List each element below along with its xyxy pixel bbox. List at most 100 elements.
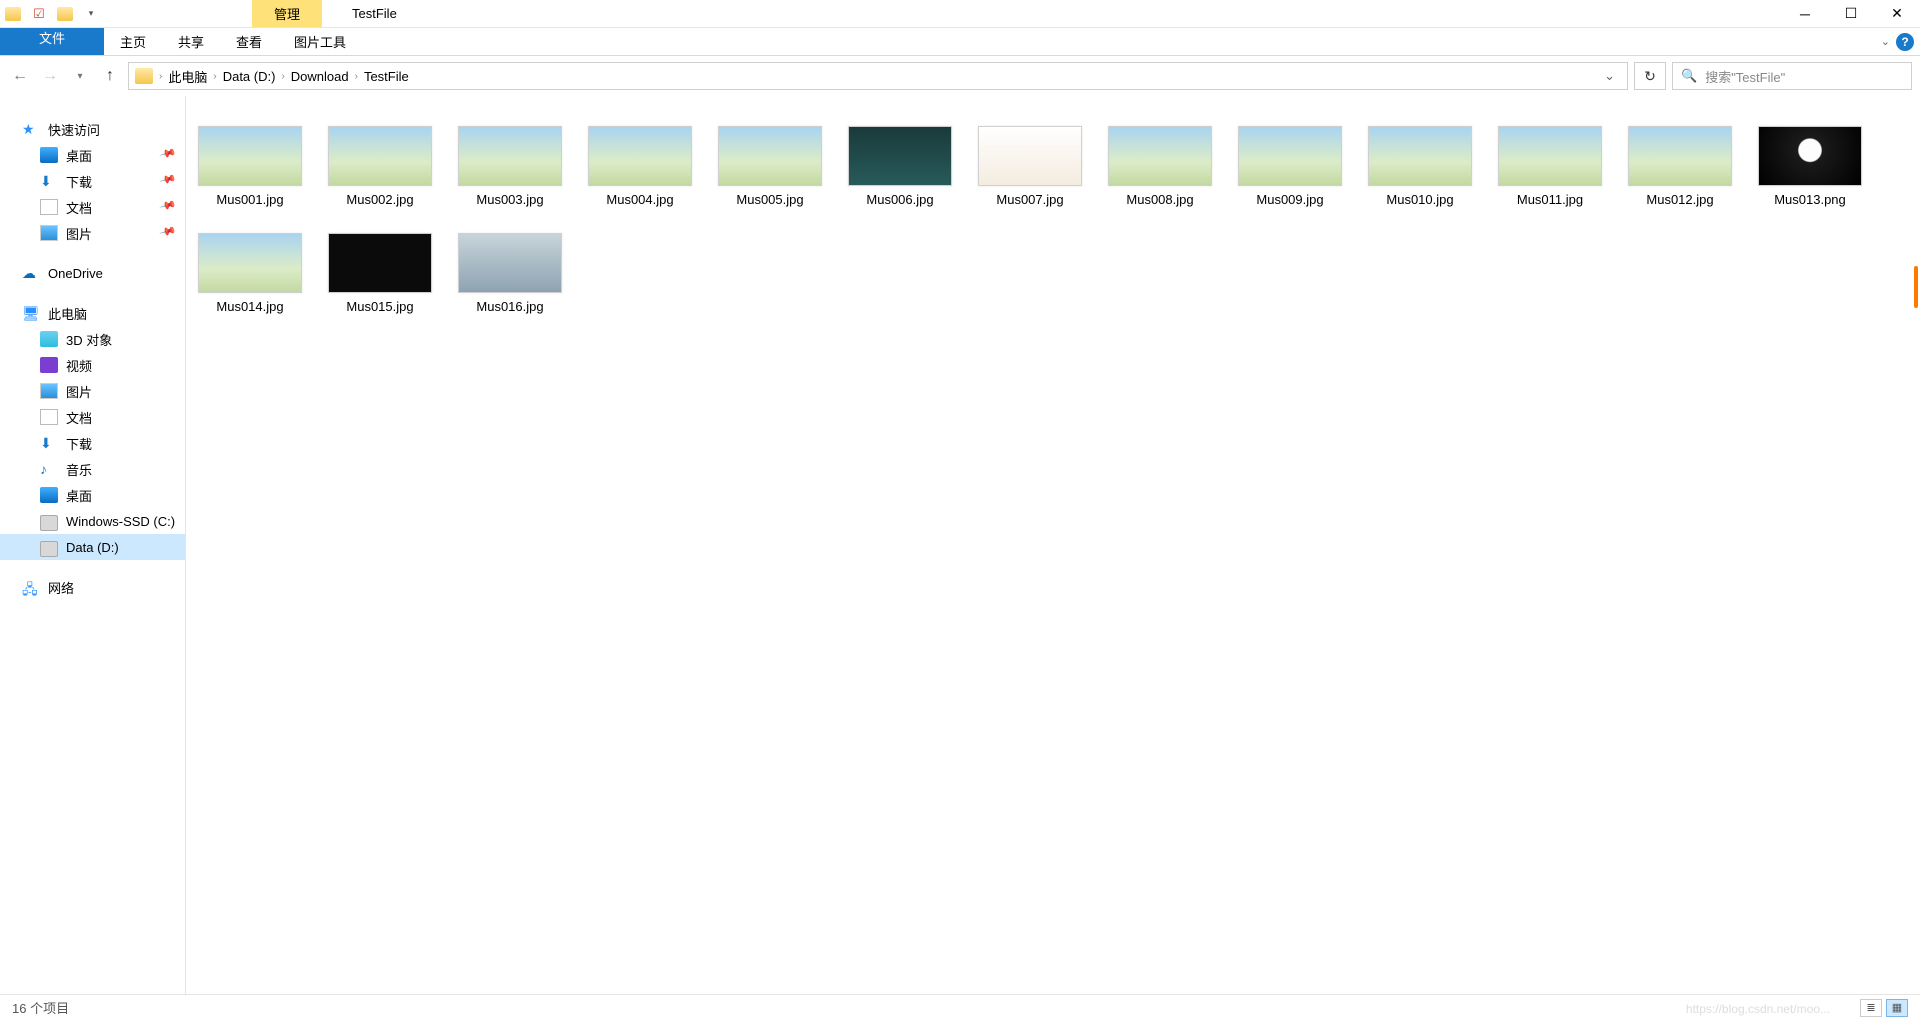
maximize-button[interactable]: ☐ <box>1828 0 1874 27</box>
help-icon[interactable]: ? <box>1896 33 1914 51</box>
sidebar-item-label: Windows-SSD (C:) <box>66 514 175 529</box>
search-box[interactable]: 🔍 搜索"TestFile" <box>1672 62 1912 90</box>
ribbon-tab-home[interactable]: 主页 <box>104 28 162 55</box>
file-name: Mus013.png <box>1774 192 1846 207</box>
close-button[interactable]: ✕ <box>1874 0 1920 27</box>
back-button[interactable]: ← <box>8 64 32 88</box>
file-name: Mus006.jpg <box>866 192 933 207</box>
file-thumbnail <box>1758 126 1862 186</box>
ribbon-context-tab[interactable]: 管理 <box>252 0 322 27</box>
file-item[interactable]: Mus005.jpg <box>718 126 822 207</box>
minimize-button[interactable]: ─ <box>1782 0 1828 27</box>
pc-icon: 🖥 <box>22 305 40 321</box>
file-thumbnail <box>458 233 562 293</box>
file-item[interactable]: Mus016.jpg <box>458 233 562 314</box>
sidebar-item[interactable]: 3D 对象 <box>0 326 185 352</box>
file-view[interactable]: Mus001.jpg Mus002.jpg Mus003.jpg Mus004.jpg… <box>186 96 1920 994</box>
sidebar-label: 此电脑 <box>48 304 87 323</box>
pin-icon: 📌 <box>159 196 177 214</box>
properties-qat-icon[interactable]: ☑ <box>26 0 52 27</box>
file-item[interactable]: Mus010.jpg <box>1368 126 1472 207</box>
sidebar-item[interactable]: 文档 <box>0 404 185 430</box>
file-name: Mus010.jpg <box>1386 192 1453 207</box>
status-bar: 16 个项目 ≣ ▦ <box>0 994 1920 1020</box>
sidebar-item[interactable]: 桌面📌 <box>0 142 185 168</box>
file-item[interactable]: Mus001.jpg <box>198 126 302 207</box>
dl-icon: ⬇ <box>40 173 58 189</box>
sidebar-item[interactable]: ⬇ 下载 <box>0 430 185 456</box>
breadcrumb-folder-icon <box>135 68 153 84</box>
sidebar-item[interactable]: 视频 <box>0 352 185 378</box>
ribbon: 文件 主页 共享 查看 图片工具 ⌄ ? <box>0 28 1920 56</box>
file-thumbnail <box>1108 126 1212 186</box>
sidebar-item[interactable]: 图片 <box>0 378 185 404</box>
file-item[interactable]: Mus012.jpg <box>1628 126 1732 207</box>
file-thumbnail <box>198 126 302 186</box>
sidebar-item[interactable]: ♪音乐 <box>0 456 185 482</box>
sidebar-item-label: 图片 <box>66 224 92 243</box>
breadcrumb-drive[interactable]: Data (D:) <box>219 69 280 84</box>
breadcrumb-separator-icon[interactable]: › <box>279 71 286 82</box>
vid-icon <box>40 357 58 373</box>
file-item[interactable]: Mus014.jpg <box>198 233 302 314</box>
breadcrumb-separator-icon[interactable]: › <box>353 71 360 82</box>
breadcrumb-download[interactable]: Download <box>287 69 353 84</box>
sidebar-item[interactable]: 文档📌 <box>0 194 185 220</box>
folder-qat-icon[interactable] <box>52 0 78 27</box>
sidebar-label: 快速访问 <box>48 120 100 139</box>
sidebar-this-pc[interactable]: 🖥 此电脑 <box>0 300 185 326</box>
file-item[interactable]: Mus008.jpg <box>1108 126 1212 207</box>
qat-dropdown-icon[interactable]: ▾ <box>78 0 104 27</box>
breadcrumb-separator-icon[interactable]: › <box>211 71 218 82</box>
doc-icon <box>40 409 58 425</box>
file-name: Mus008.jpg <box>1126 192 1193 207</box>
view-mode-buttons: ≣ ▦ <box>1860 999 1908 1017</box>
ribbon-tab-view[interactable]: 查看 <box>220 28 278 55</box>
sidebar-item[interactable]: Data (D:) <box>0 534 185 560</box>
scrollbar-thumb[interactable] <box>1914 266 1918 308</box>
refresh-button[interactable]: ↻ <box>1634 62 1666 90</box>
forward-button[interactable]: → <box>38 64 62 88</box>
sidebar-item[interactable]: 桌面 <box>0 482 185 508</box>
breadcrumb-current[interactable]: TestFile <box>360 69 413 84</box>
file-item[interactable]: Mus009.jpg <box>1238 126 1342 207</box>
sidebar-item[interactable]: ⬇下载📌 <box>0 168 185 194</box>
file-name: Mus009.jpg <box>1256 192 1323 207</box>
file-name: Mus011.jpg <box>1517 192 1583 207</box>
file-grid: Mus001.jpg Mus002.jpg Mus003.jpg Mus004.jpg… <box>198 126 1908 314</box>
file-item[interactable]: Mus007.jpg <box>978 126 1082 207</box>
sidebar-network[interactable]: 🖧 网络 <box>0 574 185 600</box>
dl-icon: ⬇ <box>40 435 58 451</box>
recent-locations-icon[interactable]: ▾ <box>68 64 92 88</box>
ribbon-tab-picture-tools[interactable]: 图片工具 <box>278 28 362 55</box>
ribbon-tab-file[interactable]: 文件 <box>0 28 104 55</box>
file-item[interactable]: Mus002.jpg <box>328 126 432 207</box>
sidebar-quick-access[interactable]: ★ 快速访问 <box>0 116 185 142</box>
up-button[interactable]: ↑ <box>98 64 122 88</box>
file-thumbnail <box>198 233 302 293</box>
breadcrumb-this-pc[interactable]: 此电脑 <box>164 67 211 86</box>
sidebar-item[interactable]: 图片📌 <box>0 220 185 246</box>
sidebar-onedrive[interactable]: ☁ OneDrive <box>0 260 185 286</box>
file-name: Mus015.jpg <box>346 299 413 314</box>
pin-icon: 📌 <box>159 170 177 188</box>
sidebar-item-label: 下载 <box>66 434 92 453</box>
ribbon-tab-share[interactable]: 共享 <box>162 28 220 55</box>
scrollbar[interactable] <box>1903 96 1920 994</box>
file-item[interactable]: Mus004.jpg <box>588 126 692 207</box>
file-item[interactable]: Mus003.jpg <box>458 126 562 207</box>
details-view-button[interactable]: ≣ <box>1860 999 1882 1017</box>
thumbnails-view-button[interactable]: ▦ <box>1886 999 1908 1017</box>
file-item[interactable]: Mus011.jpg <box>1498 126 1602 207</box>
file-item[interactable]: Mus006.jpg <box>848 126 952 207</box>
breadcrumb-separator-icon[interactable]: › <box>157 71 164 82</box>
file-item[interactable]: Mus013.png <box>1758 126 1862 207</box>
window-controls: ─ ☐ ✕ <box>1782 0 1920 27</box>
address-bar[interactable]: › 此电脑 › Data (D:) › Download › TestFile … <box>128 62 1628 90</box>
ribbon-collapse-icon[interactable]: ⌄ <box>1881 35 1890 48</box>
file-thumbnail <box>1628 126 1732 186</box>
sidebar-item-label: 音乐 <box>66 460 92 479</box>
address-dropdown-icon[interactable]: ⌄ <box>1598 68 1621 84</box>
file-item[interactable]: Mus015.jpg <box>328 233 432 314</box>
sidebar-item[interactable]: Windows-SSD (C:) <box>0 508 185 534</box>
